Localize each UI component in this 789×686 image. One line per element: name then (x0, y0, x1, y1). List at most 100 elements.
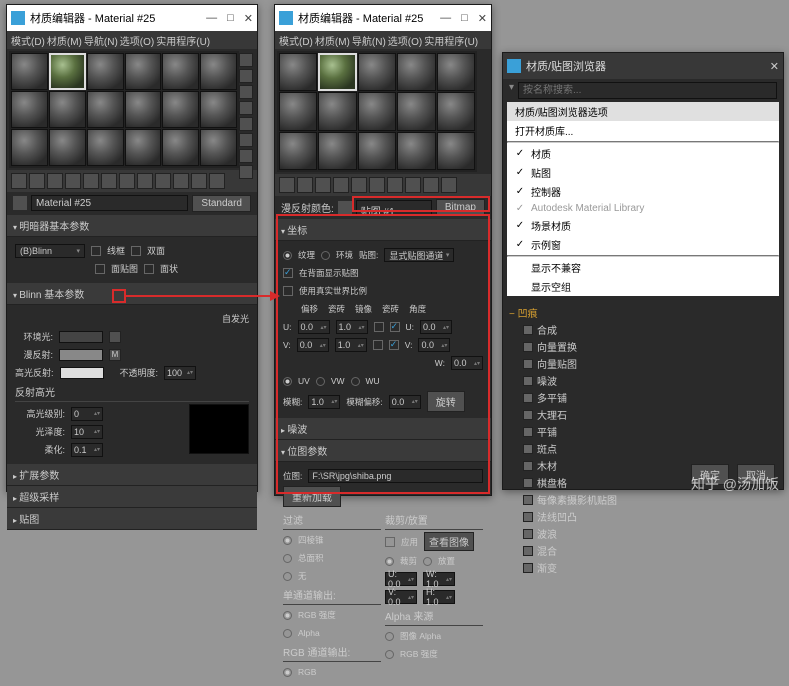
u-angle-spinner[interactable]: 0.0 (420, 320, 452, 334)
copy-icon[interactable] (83, 173, 99, 189)
sample-type-icon[interactable] (239, 53, 253, 67)
view-button[interactable]: 查看图像 (424, 532, 474, 551)
menu-nav[interactable]: 导航(N) (352, 33, 386, 48)
ambient-lock-icon[interactable] (109, 331, 121, 343)
make-unique-icon[interactable] (101, 173, 117, 189)
rollout-coords[interactable]: 坐标 (275, 219, 491, 241)
tool-icon[interactable] (387, 177, 403, 193)
crop-radio[interactable] (385, 557, 394, 566)
ambient-swatch[interactable] (59, 331, 103, 343)
material-slot[interactable] (200, 91, 237, 128)
chk-scene-mat[interactable]: ✓场景材质 (507, 216, 779, 235)
menu-options[interactable]: 选项(O) (388, 33, 422, 48)
crop-u-spinner[interactable]: U: 0.0 (385, 572, 417, 586)
material-slot[interactable] (437, 92, 475, 130)
material-slot[interactable] (279, 53, 317, 91)
material-slot[interactable] (125, 91, 162, 128)
menu-open-library[interactable]: 打开材质库... (507, 121, 779, 140)
reset-icon[interactable] (65, 173, 81, 189)
map-type-button[interactable]: Bitmap (436, 199, 485, 216)
menu-util[interactable]: 实用程序(U) (424, 33, 478, 48)
rollout-supersample[interactable]: 超级采样 (7, 486, 257, 508)
place-radio[interactable] (423, 557, 432, 566)
rotate-button[interactable]: 旋转 (427, 391, 465, 412)
maximize-button[interactable]: □ (461, 12, 468, 25)
titlebar[interactable]: 材质/贴图浏览器 ✕ (503, 53, 783, 79)
tool-icon[interactable] (279, 177, 295, 193)
map-item[interactable]: 混合 (509, 542, 777, 559)
spec-level-spinner[interactable]: 0 (71, 407, 103, 421)
diffuse-map-button[interactable]: M (109, 349, 121, 361)
dropper-icon[interactable] (13, 196, 27, 210)
material-slot[interactable] (437, 132, 475, 170)
w-angle-spinner[interactable]: 0.0 (451, 356, 483, 370)
texture-radio[interactable] (283, 251, 292, 260)
map-item[interactable]: 合成 (509, 321, 777, 338)
map-item[interactable]: 波浪 (509, 525, 777, 542)
crop-h-spinner[interactable]: H: 1.0 (423, 590, 455, 604)
v-mirror-check[interactable] (373, 340, 383, 350)
material-slot[interactable] (437, 53, 475, 91)
select-icon[interactable] (239, 165, 253, 179)
rgb-radio[interactable] (283, 668, 292, 677)
bitmap-path-input[interactable]: F:\SR\jpg\shiba.png (308, 469, 483, 483)
material-slot[interactable] (125, 129, 162, 166)
tool-icon[interactable] (297, 177, 313, 193)
map-item[interactable]: 大理石 (509, 406, 777, 423)
blur-spinner[interactable]: 1.0 (308, 395, 340, 409)
shader-dropdown[interactable]: (B)Blinn (15, 244, 85, 258)
crop-v-spinner[interactable]: V: 0.0 (385, 590, 417, 604)
map-item[interactable]: 噪波 (509, 372, 777, 389)
chk-controllers[interactable]: ✓控制器 (507, 182, 779, 201)
material-slot[interactable] (279, 132, 317, 170)
v-tile-check[interactable] (389, 340, 399, 350)
map-channel-dropdown[interactable]: 显式贴图通道 (384, 248, 454, 262)
material-slot[interactable] (11, 53, 48, 90)
rollout-blinn[interactable]: Blinn 基本参数 (7, 283, 257, 305)
material-slot[interactable] (49, 129, 86, 166)
material-slot-selected[interactable] (49, 53, 86, 90)
specular-swatch[interactable] (60, 367, 104, 379)
map-item[interactable]: 向量置换 (509, 338, 777, 355)
chk-show-empty[interactable]: 显示空组 (507, 277, 779, 296)
chk-maps[interactable]: ✓贴图 (507, 163, 779, 182)
chk-sample[interactable]: ✓示例窗 (507, 235, 779, 254)
material-id-icon[interactable] (137, 173, 153, 189)
close-button[interactable]: ✕ (478, 12, 487, 25)
tool-icon[interactable] (333, 177, 349, 193)
material-slot[interactable] (162, 53, 199, 90)
assign-icon[interactable] (47, 173, 63, 189)
u-tile-spinner[interactable]: 1.0 (336, 320, 368, 334)
facemap-checkbox[interactable] (95, 264, 105, 274)
minimize-button[interactable]: — (206, 12, 217, 25)
vw-radio[interactable] (316, 377, 325, 386)
material-slot[interactable] (358, 53, 396, 91)
search-tri-icon[interactable]: ▾ (509, 82, 514, 99)
chk-materials[interactable]: ✓材质 (507, 144, 779, 163)
background-icon[interactable] (239, 85, 253, 99)
material-slot[interactable] (87, 129, 124, 166)
faceted-checkbox[interactable] (144, 264, 154, 274)
material-slot[interactable] (11, 91, 48, 128)
material-slot[interactable] (358, 132, 396, 170)
u-tile-check[interactable] (390, 322, 400, 332)
summed-radio[interactable] (283, 554, 292, 563)
show-end-icon[interactable] (173, 173, 189, 189)
material-slot-selected[interactable] (318, 53, 356, 91)
close-button[interactable]: ✕ (244, 12, 253, 25)
opacity-spinner[interactable]: 100 (164, 366, 196, 380)
none-radio[interactable] (283, 572, 292, 581)
material-slot[interactable] (397, 132, 435, 170)
crop-w-spinner[interactable]: W: 1.0 (423, 572, 455, 586)
parent-icon[interactable] (191, 173, 207, 189)
map-item[interactable]: 渐变 (509, 559, 777, 576)
rollout-maps[interactable]: 贴图 (7, 508, 257, 530)
map-name-input[interactable]: 贴图 #1 (356, 200, 432, 216)
titlebar[interactable]: 材质编辑器 - Material #25 — □ ✕ (275, 5, 491, 31)
uv-radio[interactable] (283, 377, 292, 386)
map-item[interactable]: 平铺 (509, 423, 777, 440)
menu-mode[interactable]: 模式(D) (279, 33, 313, 48)
map-item[interactable]: 法线凹凸 (509, 508, 777, 525)
material-slot[interactable] (11, 129, 48, 166)
gloss-spinner[interactable]: 10 (71, 425, 103, 439)
